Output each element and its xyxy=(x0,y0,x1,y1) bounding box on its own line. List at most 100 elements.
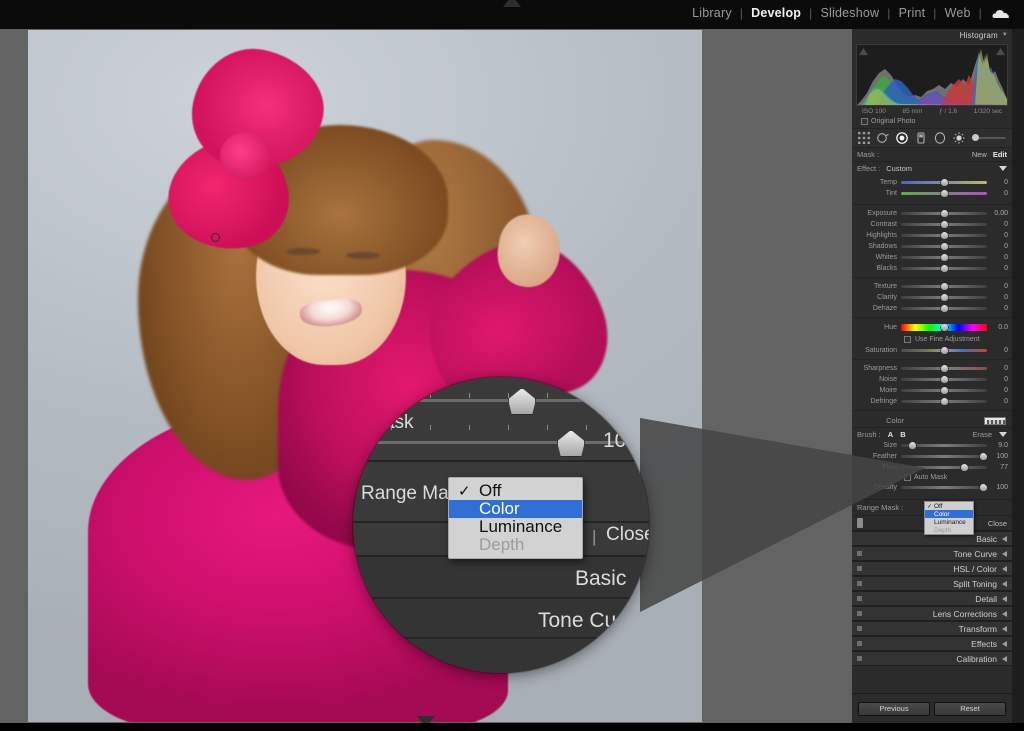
menu-item-luminance[interactable]: Luminance xyxy=(925,518,973,526)
range-mask-menu[interactable]: ✓ Off Color Luminance Depth xyxy=(448,477,583,559)
slider-row[interactable]: Contrast 0 xyxy=(852,219,1012,230)
histogram-graph[interactable] xyxy=(856,44,1008,106)
histogram-header[interactable]: Histogram ▼ xyxy=(852,29,1012,41)
module-develop[interactable]: Develop xyxy=(743,6,809,20)
slider-track[interactable] xyxy=(901,304,987,313)
checkbox-icon[interactable] xyxy=(904,474,911,481)
section-split-toning[interactable]: Split Toning xyxy=(852,576,1012,591)
slider-knob[interactable] xyxy=(940,282,949,291)
graduated-filter-icon[interactable] xyxy=(915,132,927,144)
slider-track[interactable] xyxy=(901,264,987,273)
slider-track[interactable] xyxy=(901,323,987,332)
slider-row[interactable]: Noise 0 xyxy=(852,374,1012,385)
slider-row[interactable]: Flow 77 xyxy=(852,462,1012,473)
slider-track[interactable] xyxy=(901,375,987,384)
brush-erase-button[interactable]: Erase xyxy=(972,430,992,439)
pin-icon[interactable] xyxy=(857,518,863,528)
slider-row[interactable]: Shadows 0 xyxy=(852,241,1012,252)
range-mask-dropdown-menu[interactable]: ✓ Off Color Luminance Depth xyxy=(924,501,974,535)
slider-row[interactable]: Size 9.0 xyxy=(852,440,1012,451)
slider-track[interactable] xyxy=(901,397,987,406)
red-eye-icon[interactable] xyxy=(896,132,908,144)
checkbox-icon[interactable] xyxy=(904,336,911,343)
section-switch-icon[interactable] xyxy=(857,551,862,556)
section-switch-icon[interactable] xyxy=(857,656,862,661)
slider-knob[interactable] xyxy=(940,304,949,313)
slider-track[interactable] xyxy=(901,441,987,450)
slider-knob[interactable] xyxy=(940,323,949,332)
slider-knob[interactable] xyxy=(978,452,988,461)
slider-track[interactable] xyxy=(901,231,987,240)
chevron-down-icon[interactable]: ▼ xyxy=(1002,32,1008,38)
section-calibration[interactable]: Calibration xyxy=(852,651,1012,666)
slider-knob[interactable] xyxy=(908,441,918,450)
slider-track[interactable] xyxy=(901,178,987,187)
menu-item-off[interactable]: ✓ Off xyxy=(925,502,973,510)
mask-new-button[interactable]: New xyxy=(972,150,987,159)
slider-track[interactable] xyxy=(901,293,987,302)
slider-row[interactable]: Feather 100 xyxy=(852,451,1012,462)
slider-track[interactable] xyxy=(901,346,987,355)
chevron-left-icon[interactable] xyxy=(1002,655,1007,662)
slider-knob[interactable] xyxy=(940,397,949,406)
slider-knob[interactable] xyxy=(940,386,949,395)
top-panel-handle[interactable] xyxy=(503,0,521,7)
magnified-slider-knob[interactable] xyxy=(557,430,585,457)
brush-cursor-marker[interactable] xyxy=(211,233,220,242)
menu-item-color[interactable]: Color xyxy=(449,499,582,518)
slider-track[interactable] xyxy=(901,386,987,395)
slider-track[interactable] xyxy=(901,364,987,373)
slider-knob[interactable] xyxy=(940,242,949,251)
radial-filter-icon[interactable] xyxy=(934,132,946,144)
section-transform[interactable]: Transform xyxy=(852,621,1012,636)
slider-knob[interactable] xyxy=(940,220,949,229)
close-button[interactable]: Close xyxy=(606,524,649,546)
right-panel-scrollbar[interactable] xyxy=(1012,29,1024,723)
spot-removal-icon[interactable] xyxy=(877,132,889,144)
section-tone-curve[interactable]: Tone Curve xyxy=(852,546,1012,561)
slider-row[interactable]: Temp 0 xyxy=(852,177,1012,188)
slider-track[interactable] xyxy=(901,483,988,492)
slider-row[interactable]: Hue 0.0 xyxy=(852,321,1012,334)
module-web[interactable]: Web xyxy=(937,6,979,20)
slider-row[interactable]: Sharpness 0 xyxy=(852,363,1012,374)
slider-row[interactable]: Highlights 0 xyxy=(852,230,1012,241)
module-print[interactable]: Print xyxy=(891,6,934,20)
menu-item-off[interactable]: ✓ Off xyxy=(449,481,582,500)
slider-knob[interactable] xyxy=(940,264,949,273)
chevron-left-icon[interactable] xyxy=(1002,595,1007,602)
slider-track[interactable] xyxy=(901,242,987,251)
slider-knob[interactable] xyxy=(978,483,988,492)
slider-knob[interactable] xyxy=(940,293,949,302)
close-button[interactable]: Close xyxy=(988,519,1007,528)
slider-row[interactable]: Texture 0 xyxy=(852,281,1012,292)
chevron-left-icon[interactable] xyxy=(1002,625,1007,632)
chevron-left-icon[interactable] xyxy=(1002,535,1007,542)
slider-track[interactable] xyxy=(901,463,987,472)
slider-row[interactable]: Clarity 0 xyxy=(852,292,1012,303)
menu-item-luminance[interactable]: Luminance xyxy=(449,517,582,536)
grid-crop-icon[interactable] xyxy=(858,132,870,144)
slider-knob[interactable] xyxy=(959,463,969,472)
chevron-left-icon[interactable] xyxy=(1002,640,1007,647)
mask-color-row[interactable]: Color xyxy=(852,414,1012,427)
flip-triangle-icon[interactable] xyxy=(999,431,1007,437)
section-switch-icon[interactable] xyxy=(857,581,862,586)
slider-track[interactable] xyxy=(901,452,988,461)
slider-knob[interactable] xyxy=(940,231,949,240)
slider-row[interactable]: Moire 0 xyxy=(852,385,1012,396)
slider-row[interactable]: Defringe 0 xyxy=(852,396,1012,407)
color-swatch[interactable] xyxy=(984,416,1006,425)
slider-row[interactable]: Exposure 0.00 xyxy=(852,208,1012,219)
previous-button[interactable]: Previous xyxy=(858,701,930,716)
menu-item-color[interactable]: Color xyxy=(925,510,973,518)
chevron-left-icon[interactable] xyxy=(1002,580,1007,587)
original-photo-toggle[interactable]: Original Photo xyxy=(856,115,1008,128)
slider-knob[interactable] xyxy=(940,178,949,187)
slider-row[interactable]: Blacks 0 xyxy=(852,263,1012,274)
section-switch-icon[interactable] xyxy=(857,641,862,646)
slider-track[interactable] xyxy=(901,189,987,198)
section-hsl-color[interactable]: HSL / Color xyxy=(852,561,1012,576)
slider-knob[interactable] xyxy=(972,134,979,141)
section-switch-icon[interactable] xyxy=(857,596,862,601)
